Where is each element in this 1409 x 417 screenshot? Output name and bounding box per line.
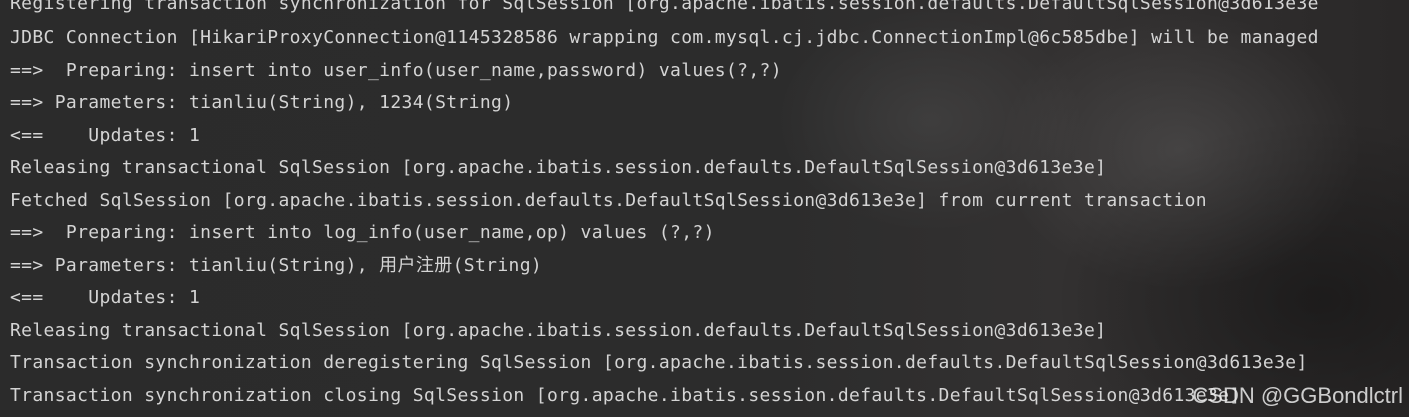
log-line: Transaction synchronization closing SqlS… [10, 385, 1241, 406]
log-line: Registering transaction synchronization … [10, 0, 1319, 14]
log-line: <== Updates: 1 [10, 287, 201, 308]
csdn-watermark: CSDN @GGBondlctrl [1192, 383, 1403, 408]
log-line: Transaction synchronization deregisterin… [10, 352, 1308, 373]
log-line: ==> Parameters: tianliu(String), 1234(St… [10, 92, 514, 113]
log-line: <== Updates: 1 [10, 125, 201, 146]
log-line: Releasing transactional SqlSession [org.… [10, 157, 1107, 178]
log-line: ==> Parameters: tianliu(String), 用户注册(St… [10, 255, 543, 276]
log-line: Releasing transactional SqlSession [org.… [10, 320, 1107, 341]
log-line: ==> Preparing: insert into user_info(use… [10, 60, 782, 81]
log-line: Fetched SqlSession [org.apache.ibatis.se… [10, 190, 1207, 211]
log-line: ==> Preparing: insert into log_info(user… [10, 222, 715, 243]
console-output: Registering transaction synchronization … [0, 0, 1409, 417]
log-line: JDBC Connection [HikariProxyConnection@1… [10, 27, 1319, 48]
